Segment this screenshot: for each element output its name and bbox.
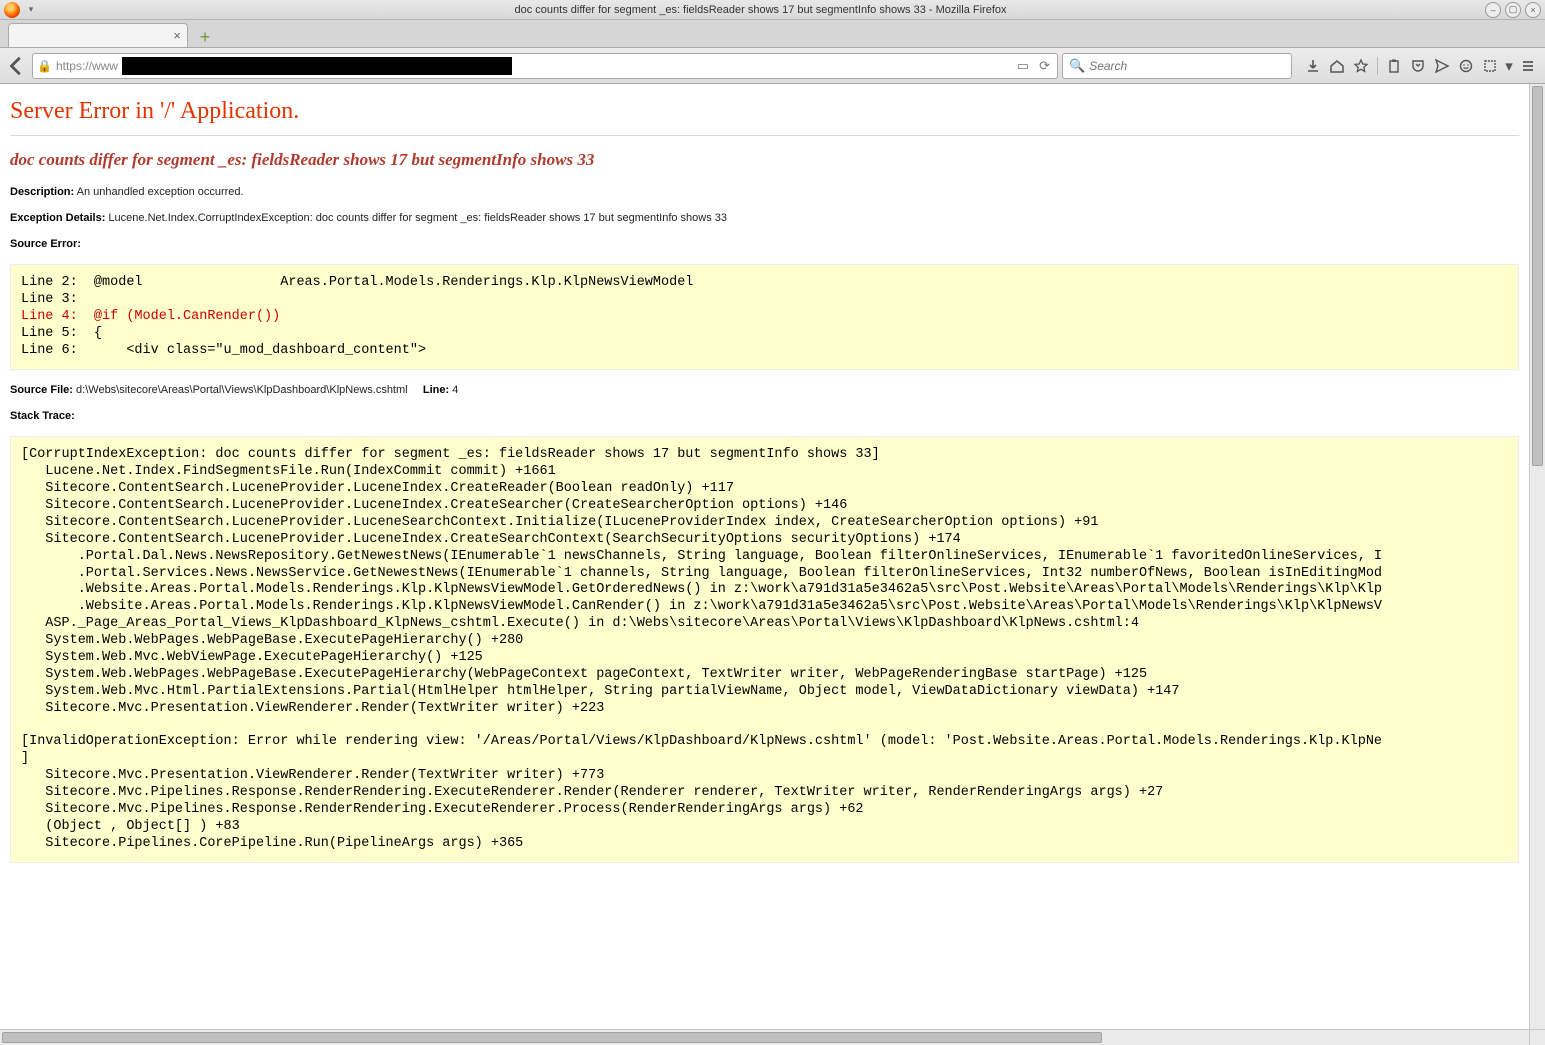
new-tab-button[interactable]: + — [194, 27, 216, 47]
maximize-button[interactable]: ▢ — [1505, 2, 1521, 18]
clipboard-button[interactable] — [1383, 55, 1405, 77]
pocket-button[interactable] — [1407, 55, 1429, 77]
chat-button[interactable] — [1455, 55, 1477, 77]
bookmarks-button[interactable] — [1350, 55, 1372, 77]
stack-trace-code: [CorruptIndexException: doc counts diffe… — [10, 436, 1519, 863]
search-icon: 🔍 — [1069, 58, 1085, 74]
horizontal-scroll-thumb[interactable] — [2, 1032, 1102, 1043]
source-file-row: Source File: d:\Webs\sitecore\Areas\Port… — [10, 384, 1519, 396]
firefox-icon — [4, 2, 20, 18]
back-button[interactable] — [6, 55, 28, 77]
content-viewport: Server Error in '/' Application. doc cou… — [0, 84, 1545, 1045]
send-button[interactable] — [1431, 55, 1453, 77]
search-bar[interactable]: 🔍 — [1062, 53, 1292, 79]
page-title: Server Error in '/' Application. — [10, 92, 1519, 136]
source-file: d:\Webs\sitecore\Areas\Portal\Views\KlpD… — [76, 384, 408, 396]
window-titlebar: ▾ doc counts differ for segment _es: fie… — [0, 0, 1545, 20]
url-prefix: https://www — [56, 59, 118, 73]
line-number: 4 — [452, 384, 458, 396]
tab-strip: × + — [0, 20, 1545, 48]
vertical-scrollbar[interactable] — [1529, 84, 1545, 1029]
dropdown-icon[interactable]: ▾ — [1503, 55, 1515, 77]
error-title: doc counts differ for segment _es: field… — [10, 150, 1519, 170]
source-error-label-row: Source Error: — [10, 238, 1519, 250]
description-text: An unhandled exception occurred. — [77, 186, 244, 198]
lock-icon: 🔒 — [37, 59, 52, 73]
toolbar-right: ▾ — [1302, 55, 1539, 77]
source-code-after: Line 5: { Line 6: <div class="u_mod_dash… — [21, 326, 426, 358]
scroll-corner — [1529, 1029, 1545, 1045]
description-row: Description: An unhandled exception occu… — [10, 186, 1519, 198]
stack-label-row: Stack Trace: — [10, 410, 1519, 422]
url-bar[interactable]: 🔒 https://www ▭ ⟳ — [32, 53, 1058, 79]
description-label: Description: — [10, 186, 74, 198]
vertical-scroll-thumb[interactable] — [1532, 86, 1543, 466]
downloads-button[interactable] — [1302, 55, 1324, 77]
scroll-region[interactable]: Server Error in '/' Application. doc cou… — [0, 84, 1529, 1029]
close-button[interactable]: × — [1525, 2, 1541, 18]
browser-tab[interactable]: × — [8, 23, 188, 47]
window-title: doc counts differ for segment _es: field… — [36, 4, 1485, 16]
app-menu-dropdown-icon[interactable]: ▾ — [26, 5, 36, 15]
exception-row: Exception Details: Lucene.Net.Index.Corr… — [10, 212, 1519, 224]
addon-button[interactable] — [1479, 55, 1501, 77]
home-button[interactable] — [1326, 55, 1348, 77]
search-input[interactable] — [1089, 59, 1285, 73]
horizontal-scrollbar[interactable] — [0, 1029, 1529, 1045]
reload-icon[interactable]: ⟳ — [1036, 58, 1053, 74]
minimize-button[interactable]: – — [1485, 2, 1501, 18]
source-file-label: Source File: — [10, 384, 73, 396]
reader-mode-icon[interactable]: ▭ — [1014, 58, 1032, 74]
error-page: Server Error in '/' Application. doc cou… — [0, 84, 1529, 917]
url-redacted — [122, 57, 512, 75]
tab-close-icon[interactable]: × — [173, 28, 181, 43]
exception-label: Exception Details: — [10, 212, 105, 224]
exception-text: Lucene.Net.Index.CorruptIndexException: … — [108, 212, 727, 224]
source-code-before: Line 2: @model Areas.Portal.Models.Rende… — [21, 275, 693, 307]
source-error-code: Line 2: @model Areas.Portal.Models.Rende… — [10, 264, 1519, 370]
navigation-toolbar: 🔒 https://www ▭ ⟳ 🔍 ▾ — [0, 48, 1545, 84]
stack-trace-label: Stack Trace: — [10, 410, 75, 422]
toolbar-separator — [1377, 57, 1378, 75]
line-label: Line: — [423, 384, 449, 396]
source-code-highlight: Line 4: @if (Model.CanRender()) — [21, 309, 280, 324]
source-error-label: Source Error: — [10, 238, 81, 250]
menu-button[interactable] — [1517, 55, 1539, 77]
